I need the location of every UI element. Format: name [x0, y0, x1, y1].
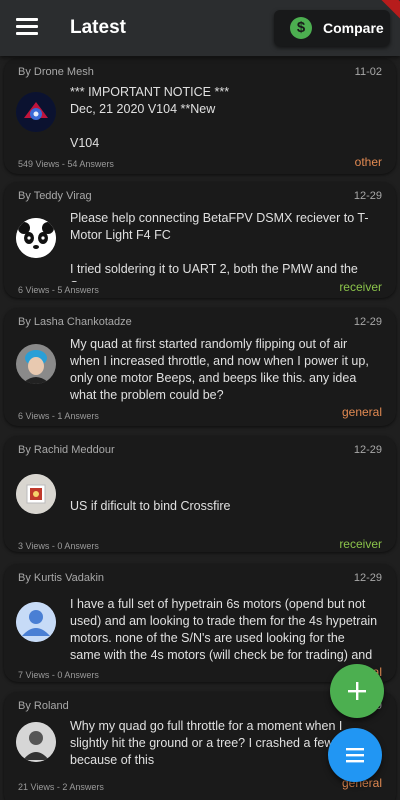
post-card[interactable]: By Drone Mesh 11-02 *** IMPORTANT NOTICE… — [4, 58, 396, 174]
post-author: By Lasha Chankotadze — [18, 316, 132, 328]
post-stats: 6 Views - 1 Answers — [18, 411, 99, 421]
post-body: Please help connecting BetaFPV DSMX reci… — [70, 211, 369, 282]
post-date: 12-29 — [353, 572, 382, 584]
avatar — [16, 474, 56, 514]
post-stats: 549 Views - 54 Answers — [18, 159, 114, 169]
post-body: I have a full set of hypetrain 6s motors… — [70, 597, 378, 662]
post-author: By Rachid Meddour — [18, 444, 115, 456]
post-card[interactable]: By Lasha Chankotadze 12-29 My quad at fi… — [4, 308, 396, 426]
list-menu-icon — [346, 748, 364, 763]
dollar-circle-icon: $ — [290, 17, 312, 39]
default-user-avatar — [16, 602, 56, 642]
post-category[interactable]: receiver — [339, 280, 382, 294]
page-title: Latest — [70, 17, 126, 38]
compare-button[interactable]: $ Compare — [274, 10, 390, 46]
plus-icon — [348, 682, 366, 700]
post-body: *** IMPORTANT NOTICE *** Dec, 21 2020 V1… — [70, 85, 230, 150]
post-date: 12-29 — [353, 190, 382, 202]
app-bar: Latest $ Compare — [0, 0, 400, 56]
post-stats: 6 Views - 5 Answers — [18, 285, 99, 295]
post-author: By Drone Mesh — [18, 66, 94, 78]
panda-avatar — [16, 218, 56, 258]
post-stats: 7 Views - 0 Answers — [18, 670, 99, 680]
post-author: By Teddy Virag — [18, 190, 92, 202]
compare-button-label: Compare — [323, 20, 384, 36]
post-date: 12-29 — [353, 444, 382, 456]
post-stats: 21 Views - 2 Answers — [18, 782, 104, 792]
avatar — [16, 92, 56, 132]
menu-fab-button[interactable] — [328, 728, 382, 782]
post-card[interactable]: By Teddy Virag 12-29 Please help connect… — [4, 182, 396, 298]
post-stats: 3 Views - 0 Answers — [18, 541, 99, 551]
hamburger-menu-icon[interactable] — [16, 18, 38, 38]
post-card[interactable]: By Rachid Meddour 12-29 US if dificult t… — [4, 436, 396, 552]
post-body: My quad at first started randomly flippi… — [70, 337, 369, 402]
post-date: 11-02 — [354, 66, 382, 78]
avatar — [16, 344, 56, 384]
post-category[interactable]: receiver — [339, 537, 382, 551]
post-body: US if dificult to bind Crossfire — [70, 499, 231, 513]
post-date: 12-29 — [353, 316, 382, 328]
post-author: By Roland — [18, 700, 69, 712]
post-author: By Kurtis Vadakin — [18, 572, 105, 584]
avatar — [16, 722, 56, 762]
post-category[interactable]: general — [342, 405, 382, 419]
add-post-button[interactable] — [330, 664, 384, 718]
post-category[interactable]: other — [355, 155, 382, 169]
